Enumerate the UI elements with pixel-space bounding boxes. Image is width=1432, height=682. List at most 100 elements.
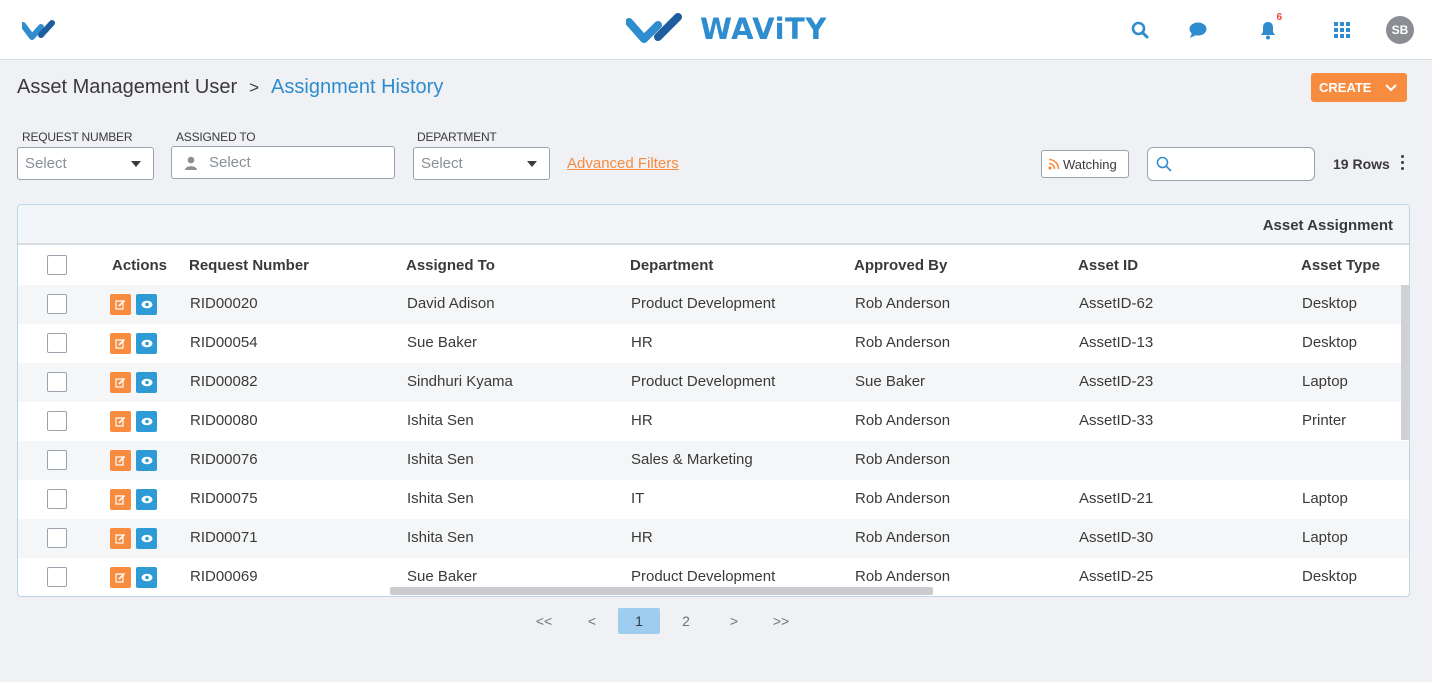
horizontal-scrollbar[interactable] — [390, 587, 933, 595]
column-header-department[interactable]: Department — [630, 257, 713, 274]
chevron-down-icon[interactable] — [1385, 81, 1397, 96]
bell-icon[interactable]: 6 — [1254, 12, 1282, 44]
cell-asset-id: AssetID-13 — [1079, 334, 1154, 351]
request-number-placeholder: Select — [25, 155, 67, 172]
column-header-request-number[interactable]: Request Number — [189, 257, 309, 274]
edit-icon[interactable] — [110, 528, 131, 549]
cell-department: HR — [631, 334, 653, 351]
cell-assigned-to: Sindhuri Kyama — [407, 373, 513, 390]
watching-button[interactable]: Watching — [1041, 150, 1129, 178]
row-checkbox[interactable] — [47, 411, 67, 431]
watching-label: Watching — [1063, 156, 1117, 172]
cell-asset-id: AssetID-62 — [1079, 295, 1154, 312]
view-icon[interactable] — [136, 567, 157, 588]
table-row[interactable]: RID00080 Ishita Sen HR Rob Anderson AssetID-… — [18, 402, 1409, 441]
top-bar: WAViTY 6 SB — [0, 0, 1432, 60]
table-row[interactable]: RID00075 Ishita Sen IT Rob Anderson AssetID-… — [18, 480, 1409, 519]
row-checkbox[interactable] — [47, 489, 67, 509]
cell-request-number: RID00076 — [190, 451, 258, 468]
vertical-scrollbar[interactable] — [1401, 285, 1409, 440]
row-checkbox[interactable] — [47, 294, 67, 314]
brand-logo: WAViTY — [626, 12, 827, 46]
wavity-logo-icon[interactable] — [20, 19, 76, 44]
edit-icon[interactable] — [110, 450, 131, 471]
view-icon[interactable] — [136, 489, 157, 510]
group-title: Asset Assignment — [1262, 217, 1393, 234]
cell-request-number: RID00075 — [190, 490, 258, 507]
cell-assigned-to: Ishita Sen — [407, 529, 474, 546]
create-button[interactable]: CREATE — [1311, 73, 1407, 102]
table-row[interactable]: RID00020 David Adison Product Development R… — [18, 285, 1409, 324]
assigned-to-label: ASSIGNED TO — [176, 130, 256, 144]
cell-department: Product Development — [631, 295, 776, 312]
cell-assigned-to: David Adison — [407, 295, 495, 312]
column-header-asset-id[interactable]: Asset ID — [1078, 257, 1138, 274]
next-page-button[interactable]: > — [724, 608, 744, 634]
prev-page-button[interactable]: < — [582, 608, 602, 634]
department-placeholder: Select — [421, 155, 463, 172]
request-number-label: REQUEST NUMBER — [22, 130, 133, 144]
table-row[interactable]: RID00082 Sindhuri Kyama Product Developmen… — [18, 363, 1409, 402]
cell-assigned-to: Ishita Sen — [407, 490, 474, 507]
column-header-assigned-to[interactable]: Assigned To — [406, 257, 495, 274]
breadcrumb-root[interactable]: Asset Management User — [17, 76, 237, 99]
select-all-checkbox[interactable] — [47, 255, 67, 275]
advanced-filters-link[interactable]: Advanced Filters — [567, 155, 679, 172]
notification-badge: 6 — [1276, 12, 1282, 23]
user-avatar[interactable]: SB — [1386, 16, 1414, 44]
edit-icon[interactable] — [110, 372, 131, 393]
cell-assigned-to: Sue Baker — [407, 568, 478, 585]
cell-assigned-to: Sue Baker — [407, 334, 478, 351]
brand-mark-icon — [626, 13, 682, 43]
row-checkbox[interactable] — [47, 450, 67, 470]
row-checkbox[interactable] — [47, 372, 67, 392]
column-header-asset-type[interactable]: Asset Type — [1301, 257, 1380, 274]
pagination: << < 1 2 > >> — [0, 608, 1432, 634]
page-button-2[interactable]: 2 — [676, 608, 696, 634]
row-checkbox[interactable] — [47, 528, 67, 548]
table-search-input[interactable] — [1147, 147, 1315, 181]
more-options-icon[interactable] — [1398, 155, 1406, 173]
search-icon[interactable] — [1126, 16, 1154, 44]
request-number-select[interactable]: Select — [17, 147, 154, 180]
edit-icon[interactable] — [110, 567, 131, 588]
cell-asset-id: AssetID-23 — [1079, 373, 1154, 390]
cell-asset-id: AssetID-30 — [1079, 529, 1154, 546]
cell-asset-type: Printer — [1302, 412, 1347, 429]
row-checkbox[interactable] — [47, 567, 67, 587]
row-checkbox[interactable] — [47, 333, 67, 353]
view-icon[interactable] — [136, 372, 157, 393]
cell-asset-type: Laptop — [1302, 373, 1348, 390]
view-icon[interactable] — [136, 411, 157, 432]
view-icon[interactable] — [136, 450, 157, 471]
view-icon[interactable] — [136, 528, 157, 549]
cell-request-number: RID00071 — [190, 529, 258, 546]
view-icon[interactable] — [136, 333, 157, 354]
cell-approved-by: Rob Anderson — [855, 295, 951, 312]
user-icon — [184, 156, 198, 170]
edit-icon[interactable] — [110, 333, 131, 354]
apps-grid-icon[interactable] — [1328, 16, 1356, 44]
caret-down-icon — [527, 161, 537, 167]
view-icon[interactable] — [136, 294, 157, 315]
cell-assigned-to: Ishita Sen — [407, 451, 474, 468]
table-row[interactable]: RID00071 Ishita Sen HR Rob Anderson AssetID-… — [18, 519, 1409, 558]
page-button-1[interactable]: 1 — [618, 608, 660, 634]
column-header-approved-by[interactable]: Approved By — [854, 257, 947, 274]
first-page-button[interactable]: << — [533, 608, 555, 634]
table-row[interactable]: RID00054 Sue Baker HR Rob Anderson AssetID-1… — [18, 324, 1409, 363]
cell-asset-type: Desktop — [1302, 295, 1358, 312]
table-row[interactable]: RID00076 Ishita Sen Sales & Marketing Rob A… — [18, 441, 1409, 480]
assignment-table: Asset Assignment Actions Request Number … — [17, 204, 1410, 597]
edit-icon[interactable] — [110, 294, 131, 315]
edit-icon[interactable] — [110, 489, 131, 510]
cell-approved-by: Rob Anderson — [855, 529, 951, 546]
cell-department: Sales & Marketing — [631, 451, 753, 468]
cell-approved-by: Rob Anderson — [855, 490, 951, 507]
assigned-to-input[interactable]: Select — [171, 146, 395, 179]
cell-asset-id: AssetID-33 — [1079, 412, 1154, 429]
chat-icon[interactable] — [1184, 16, 1212, 44]
department-select[interactable]: Select — [413, 147, 550, 180]
edit-icon[interactable] — [110, 411, 131, 432]
last-page-button[interactable]: >> — [769, 608, 793, 634]
